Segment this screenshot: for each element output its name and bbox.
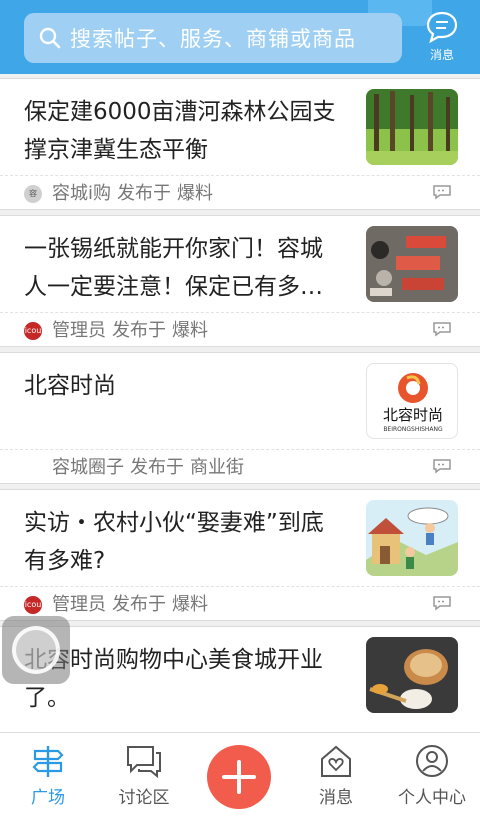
- post-meta: icou 管理员 发布于 爆料: [0, 312, 480, 342]
- post-meta: icou 管理员 发布于 爆料: [0, 586, 480, 616]
- author-avatar: icou: [24, 322, 42, 340]
- message-button-label: 消息: [429, 48, 454, 62]
- post-meta-text: 管理员 发布于 爆料: [52, 316, 214, 342]
- post-add-button[interactable]: [207, 745, 271, 809]
- bottom-tab-bar: 广场 讨论区 消息 个人中心: [0, 732, 480, 818]
- post-thumbnail-logo: 北容时尚 BEIRONGSHISHANG: [366, 363, 458, 439]
- chat-bubble-icon: [426, 11, 458, 44]
- tab-label: 个人中心: [398, 788, 466, 808]
- post-meta-text: 容城圈子 发布于 商业街: [52, 453, 250, 479]
- tab-label: 讨论区: [118, 788, 170, 808]
- logo-brand-subtext: BEIRONGSHISHANG: [383, 426, 443, 433]
- comment-icon[interactable]: [432, 321, 452, 337]
- tab-square[interactable]: 广场: [0, 743, 96, 818]
- post-title: 北容时尚购物中心美食城开业了。: [24, 647, 323, 711]
- comment-icon[interactable]: [432, 458, 452, 474]
- message-button[interactable]: 消息: [418, 10, 466, 64]
- post-posted-in: 发布于: [112, 594, 166, 615]
- floating-assistive-ball[interactable]: [2, 616, 70, 684]
- post-meta-text: 管理员 发布于 爆料: [52, 590, 214, 616]
- post-category[interactable]: 爆料: [172, 320, 208, 341]
- post-posted-in: 发布于: [112, 320, 166, 341]
- search-icon: [39, 27, 61, 49]
- comment-icon[interactable]: [432, 184, 452, 200]
- tab-profile[interactable]: 个人中心: [384, 743, 480, 818]
- post-meta: 容 容城i购 发布于 爆料: [0, 175, 480, 205]
- post-card[interactable]: 北容时尚 北容时尚 BEIRONGSHISHANG 容城圈子 发布于 商业街: [0, 352, 480, 484]
- floating-ball-ring: [12, 626, 60, 674]
- post-author[interactable]: 管理员: [52, 320, 106, 341]
- post-thumbnail-food: [366, 637, 458, 713]
- search-bar[interactable]: 搜索帖子、服务、商铺或商品: [24, 13, 402, 63]
- logo-brand-text: 北容时尚: [383, 406, 443, 424]
- post-title: 北容时尚: [24, 373, 116, 399]
- post-category[interactable]: 爆料: [177, 183, 213, 204]
- post-card[interactable]: 实访・农村小伙“娶妻难”到底有多难? icou 管理员 发布于 爆料: [0, 489, 480, 621]
- post-posted-in: 发布于: [117, 183, 172, 204]
- post-thumbnail-forest: [366, 89, 458, 165]
- post-author[interactable]: 容城i购: [52, 183, 111, 204]
- post-author[interactable]: 管理员: [52, 594, 106, 615]
- post-card[interactable]: 一张锡纸就能开你家门！容城人一定要注意！保定已有多… icou 管理员 发布于 爆料: [0, 215, 480, 347]
- post-feed: 保定建6000亩漕河森林公园支撑京津冀生态平衡 容 容城i购 发布于 爆料 一张…: [0, 78, 480, 758]
- author-avatar: 容: [24, 185, 42, 203]
- comment-icon[interactable]: [432, 595, 452, 611]
- post-title: 保定建6000亩漕河森林公园支撑京津冀生态平衡: [24, 99, 336, 163]
- person-icon: [416, 745, 448, 777]
- post-meta-text: 容城i购 发布于 爆料: [52, 179, 219, 205]
- post-title: 一张锡纸就能开你家门！容城人一定要注意！保定已有多…: [24, 236, 323, 300]
- home-heart-icon: [321, 745, 351, 777]
- chat-bubbles-icon: [127, 746, 161, 779]
- top-header: 搜索帖子、服务、商铺或商品 消息: [0, 0, 480, 74]
- author-avatar: icou: [24, 596, 42, 614]
- tab-messages[interactable]: 消息: [288, 743, 384, 818]
- post-posted-in: 发布于: [130, 457, 184, 478]
- plus-icon: [222, 760, 256, 794]
- post-thumbnail-cartoon: [366, 500, 458, 576]
- signpost-icon: [32, 746, 64, 777]
- post-category[interactable]: 商业街: [190, 457, 244, 478]
- post-category[interactable]: 爆料: [172, 594, 208, 615]
- post-thumbnail-tools: [366, 226, 458, 302]
- post-meta: 容城圈子 发布于 商业街: [0, 449, 480, 479]
- tab-label: 消息: [319, 788, 353, 808]
- tab-label: 广场: [31, 788, 65, 808]
- search-placeholder: 搜索帖子、服务、商铺或商品: [70, 27, 356, 51]
- post-title: 实访・农村小伙“娶妻难”到底有多难?: [24, 510, 324, 574]
- tab-discussion[interactable]: 讨论区: [96, 743, 192, 818]
- post-author[interactable]: 容城圈子: [52, 457, 124, 478]
- post-card[interactable]: 保定建6000亩漕河森林公园支撑京津冀生态平衡 容 容城i购 发布于 爆料: [0, 78, 480, 210]
